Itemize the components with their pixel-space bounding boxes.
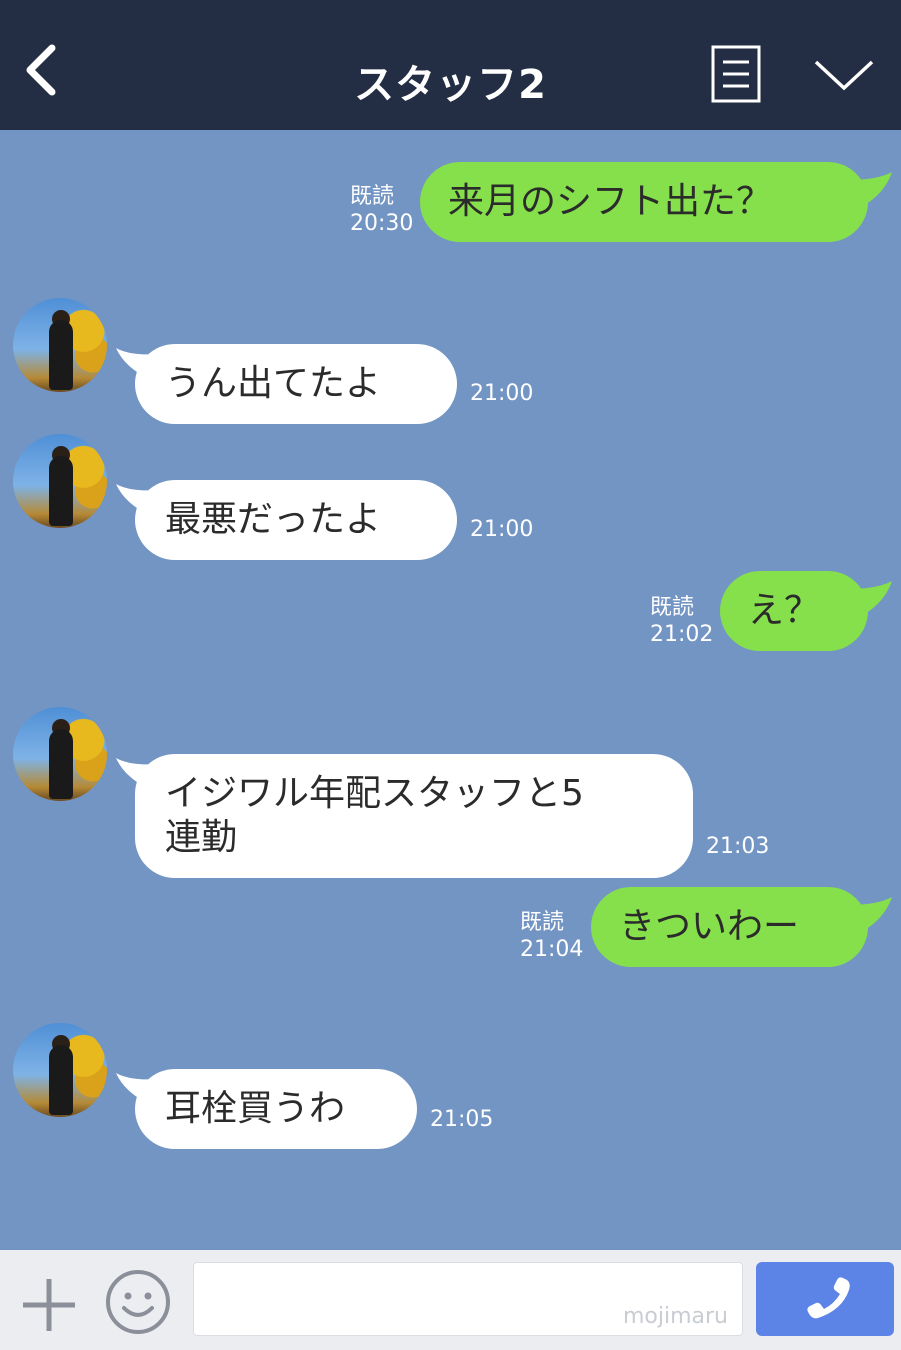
bubble-tail <box>848 897 892 935</box>
collapse-button[interactable] <box>812 52 876 96</box>
plus-icon <box>23 1279 75 1331</box>
message-bubble-incoming[interactable]: イジワル年配スタッフと5 連勤 <box>135 754 693 878</box>
message-input[interactable]: mojimaru <box>193 1262 743 1336</box>
read-receipt: 既読 21:04 <box>520 910 584 962</box>
smiley-icon <box>106 1270 170 1334</box>
list-icon <box>711 45 761 103</box>
message-bubble-incoming[interactable]: 耳栓買うわ <box>135 1069 417 1149</box>
chevron-down-icon <box>814 60 874 91</box>
phone-icon <box>807 1277 850 1319</box>
watermark-text: mojimaru <box>622 1304 728 1329</box>
menu-button[interactable] <box>710 44 764 104</box>
bubble-tail <box>848 581 892 619</box>
avatar[interactable] <box>13 707 107 801</box>
message-text: え？ <box>748 590 821 631</box>
message-text-line: 連勤 <box>165 817 238 858</box>
message-bubble-outgoing[interactable]: え？ <box>720 571 868 651</box>
emoji-button[interactable] <box>104 1268 172 1336</box>
message-text-line: イジワル年配スタッフと5 <box>165 773 584 814</box>
avatar[interactable] <box>13 298 107 392</box>
message-text: 来月のシフト出た？ <box>448 181 773 222</box>
message-time: 21:00 <box>470 381 534 406</box>
add-attachment-button[interactable] <box>20 1276 78 1334</box>
message-time: 21:05 <box>430 1107 494 1132</box>
message-text: きついわー <box>619 906 800 947</box>
message-time: 21:03 <box>706 834 770 859</box>
read-receipt: 既読 21:02 <box>650 595 714 647</box>
read-receipt: 既読 20:30 <box>350 184 414 236</box>
chat-header: スタッフ2 <box>0 0 901 130</box>
message-text: うん出てたよ <box>165 363 382 404</box>
message-bubble-outgoing[interactable]: きついわー <box>591 887 868 967</box>
message-bubble-outgoing[interactable]: 来月のシフト出た？ <box>420 162 868 242</box>
avatar[interactable] <box>13 434 107 528</box>
message-list[interactable]: 既読 20:30 来月のシフト出た？ うん出てたよ 21:00 最悪だったよ 2… <box>0 130 901 1250</box>
chat-title: スタッフ2 <box>354 62 547 108</box>
avatar[interactable] <box>13 1023 107 1117</box>
message-text: 耳栓買うわ <box>165 1088 346 1129</box>
composer-bar: mojimaru <box>0 1250 901 1350</box>
call-button[interactable] <box>756 1262 894 1336</box>
message-time: 21:00 <box>470 517 534 542</box>
bubble-tail <box>848 172 892 210</box>
message-text: 最悪だったよ <box>165 499 382 540</box>
message-bubble-incoming[interactable]: 最悪だったよ <box>135 480 457 560</box>
message-bubble-incoming[interactable]: うん出てたよ <box>135 344 457 424</box>
